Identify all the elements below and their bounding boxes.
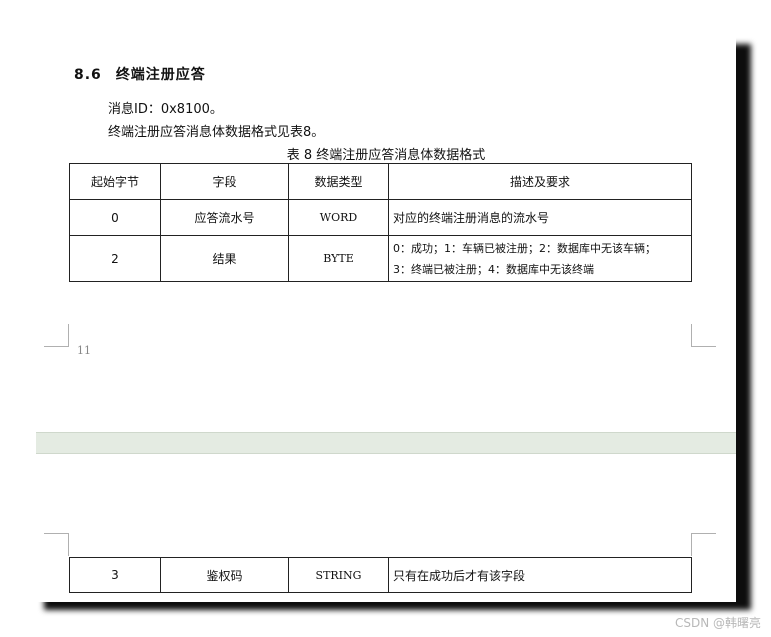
spec-table: 起始字节 字段 数据类型 描述及要求 0 应答流水号 WORD 对应的终端注册消… xyxy=(69,163,692,282)
description-line: 只有在成功后才有该字段 xyxy=(393,568,526,583)
cell-field: 结果 xyxy=(160,235,289,282)
cell-description: 对应的终端注册消息的流水号 xyxy=(388,199,692,236)
table-header-row: 起始字节 字段 数据类型 描述及要求 xyxy=(69,163,692,200)
cell-field: 鉴权码 xyxy=(160,557,289,593)
paragraph-format-reference: 终端注册应答消息体数据格式见表8。 xyxy=(108,125,325,140)
cell-start-byte: 2 xyxy=(69,235,161,282)
page-number: 11 xyxy=(77,344,91,357)
cell-description: 0：成功；1：车辆已被注册；2：数据库中无该车辆； 3：终端已被注册；4：数据库… xyxy=(388,235,692,282)
margin-corner-mark xyxy=(691,324,716,347)
cell-description: 只有在成功后才有该字段 xyxy=(388,557,692,593)
watermark: CSDN @韩曙亮 xyxy=(674,616,761,630)
spec-table-continued: 3 鉴权码 STRING 只有在成功后才有该字段 xyxy=(69,557,692,593)
section-heading: 8.6 终端注册应答 xyxy=(74,64,206,84)
cell-data-type: BYTE xyxy=(288,235,389,282)
header-field: 字段 xyxy=(160,163,289,200)
page-break-gap xyxy=(36,432,736,454)
section-title: 终端注册应答 xyxy=(115,67,206,83)
cell-data-type: STRING xyxy=(288,557,389,593)
header-data-type: 数据类型 xyxy=(288,163,389,200)
margin-corner-mark xyxy=(44,324,69,347)
cell-data-type: WORD xyxy=(288,199,389,236)
header-start-byte: 起始字节 xyxy=(69,163,161,200)
description-line: 0：成功；1：车辆已被注册；2：数据库中无该车辆； xyxy=(393,241,656,255)
table-row: 3 鉴权码 STRING 只有在成功后才有该字段 xyxy=(69,557,692,593)
table-row: 2 结果 BYTE 0：成功；1：车辆已被注册；2：数据库中无该车辆； 3：终端… xyxy=(69,235,692,282)
paragraph-message-id: 消息ID：0x8100。 xyxy=(108,102,223,117)
document-page: 8.6 终端注册应答 消息ID：0x8100。 终端注册应答消息体数据格式见表8。… xyxy=(36,36,736,602)
cell-field: 应答流水号 xyxy=(160,199,289,236)
section-number: 8.6 xyxy=(74,67,102,83)
description-line: 3：终端已被注册；4：数据库中无该终端 xyxy=(393,262,594,276)
margin-corner-mark xyxy=(44,533,69,556)
cell-start-byte: 0 xyxy=(69,199,161,236)
table-caption: 表 8 终端注册应答消息体数据格式 xyxy=(286,148,486,163)
description-line: 对应的终端注册消息的流水号 xyxy=(393,211,550,225)
margin-corner-mark xyxy=(691,533,716,556)
cell-start-byte: 3 xyxy=(69,557,161,593)
header-description: 描述及要求 xyxy=(388,163,692,200)
table-row: 0 应答流水号 WORD 对应的终端注册消息的流水号 xyxy=(69,199,692,236)
